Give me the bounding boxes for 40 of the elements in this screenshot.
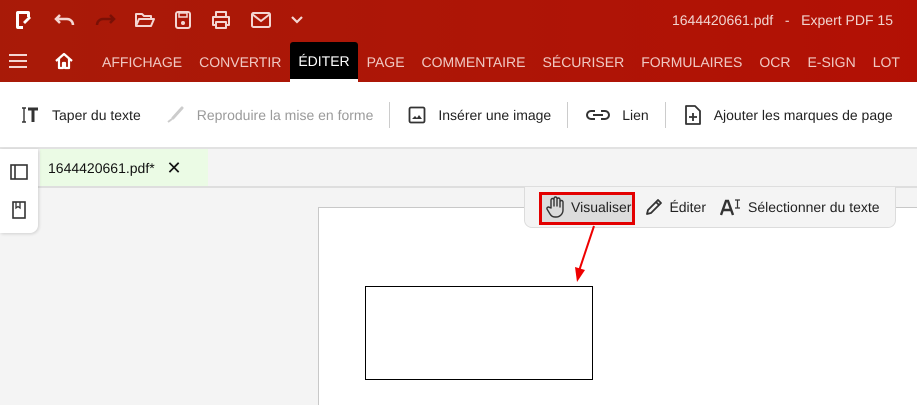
ribbon-tab[interactable]: COMMENTAIRE: [414, 42, 534, 82]
menu-icon[interactable]: [8, 53, 28, 69]
mode-button[interactable]: Sélectionner du texte: [716, 192, 884, 222]
toolbar-button[interactable]: Lien: [578, 102, 657, 126]
ribbon-tab[interactable]: SÉCURISER: [534, 42, 632, 82]
close-button[interactable]: ✕: [166, 156, 182, 178]
ribbon-tab[interactable]: CONVERTIR: [191, 42, 290, 82]
document-tab-title[interactable]: 1644420661.pdf*: [48, 160, 155, 176]
ribbon-tab[interactable]: FORMULAIRES: [633, 42, 750, 82]
pencil-icon: [645, 198, 664, 216]
brush-icon: [164, 106, 185, 124]
toolbar-button[interactable]: Ajouter les marques de page: [676, 100, 901, 130]
document-tab[interactable]: 1644420661.pdf* ✕: [40, 149, 208, 186]
link-icon: [586, 108, 610, 120]
folder-icon[interactable]: [134, 11, 156, 29]
chevron-down-icon[interactable]: [290, 15, 304, 25]
hand-icon: [545, 196, 565, 218]
text-cursor-icon: [20, 106, 40, 122]
print-icon[interactable]: [210, 10, 232, 30]
ribbon-tab[interactable]: E-SIGN: [799, 42, 864, 82]
toolbar-button[interactable]: Taper du texte: [12, 102, 149, 126]
text-select-icon: [720, 198, 742, 216]
annotation-arrow: [573, 225, 597, 283]
mode-button[interactable]: Éditer: [641, 192, 710, 222]
ribbon-tab[interactable]: LOT: [864, 42, 908, 82]
sidebar-panel-icon[interactable]: [10, 164, 28, 180]
ribbon-tab[interactable]: PAGE: [358, 42, 413, 82]
save-icon[interactable]: [174, 10, 192, 30]
toolbar-button[interactable]: Insérer une image: [400, 102, 560, 128]
mail-icon[interactable]: [250, 11, 272, 29]
app-logo-icon[interactable]: [14, 9, 32, 31]
image-icon: [408, 106, 426, 124]
undo-icon[interactable]: [54, 12, 76, 28]
home-icon[interactable]: [54, 52, 74, 70]
ribbon-tab[interactable]: AFFICHAGE: [94, 42, 190, 82]
ribbon-tab[interactable]: ÉDITER: [290, 42, 358, 82]
add-page-icon: [684, 104, 702, 126]
window-title: 1644420661.pdf - Expert PDF 15: [672, 12, 893, 28]
bookmark-icon[interactable]: [12, 200, 26, 218]
ribbon-tab[interactable]: OCR: [751, 42, 798, 82]
